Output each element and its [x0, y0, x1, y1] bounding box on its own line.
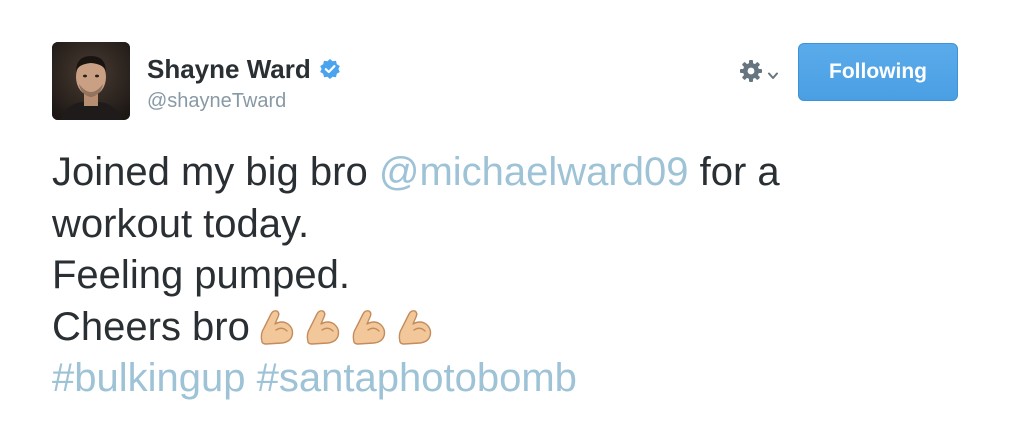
avatar[interactable] — [52, 42, 130, 120]
tweet-line-4: Cheers bro — [52, 302, 982, 354]
tweet-text: Joined my big bro @michaelward09 for a w… — [52, 147, 982, 405]
tweet-text-segment: Cheers bro — [52, 304, 250, 349]
tweet-text-segment: for a — [688, 150, 780, 194]
tweet-line-1: Joined my big bro @michaelward09 for a — [52, 147, 982, 199]
emoji-group — [256, 304, 436, 346]
tweet-line-5: #bulkingup #santaphotobomb — [52, 353, 982, 405]
hashtag-link[interactable]: #bulkingup — [52, 356, 246, 400]
chevron-down-icon — [768, 67, 778, 79]
profile-photo — [52, 42, 130, 120]
author-name-row: Shayne Ward — [147, 54, 341, 84]
mention-link[interactable]: @michaelward09 — [379, 150, 689, 194]
tweet-line-3: Feeling pumped. — [52, 253, 350, 297]
flexed-biceps-icon — [348, 304, 390, 346]
author-handle[interactable]: @shayneTward — [147, 89, 286, 113]
flexed-biceps-icon — [256, 304, 298, 346]
gear-icon — [738, 58, 764, 84]
tweet-settings-menu[interactable] — [738, 58, 778, 84]
flexed-biceps-icon — [302, 304, 344, 346]
hashtag-link[interactable]: #santaphotobomb — [257, 356, 577, 400]
flexed-biceps-icon — [394, 304, 436, 346]
following-button[interactable]: Following — [798, 43, 958, 101]
tweet-text-segment: Joined my big bro — [52, 150, 379, 194]
verified-badge-icon — [319, 58, 341, 80]
author-display-name[interactable]: Shayne Ward — [147, 54, 311, 84]
tweet-line-2: workout today. — [52, 201, 310, 246]
